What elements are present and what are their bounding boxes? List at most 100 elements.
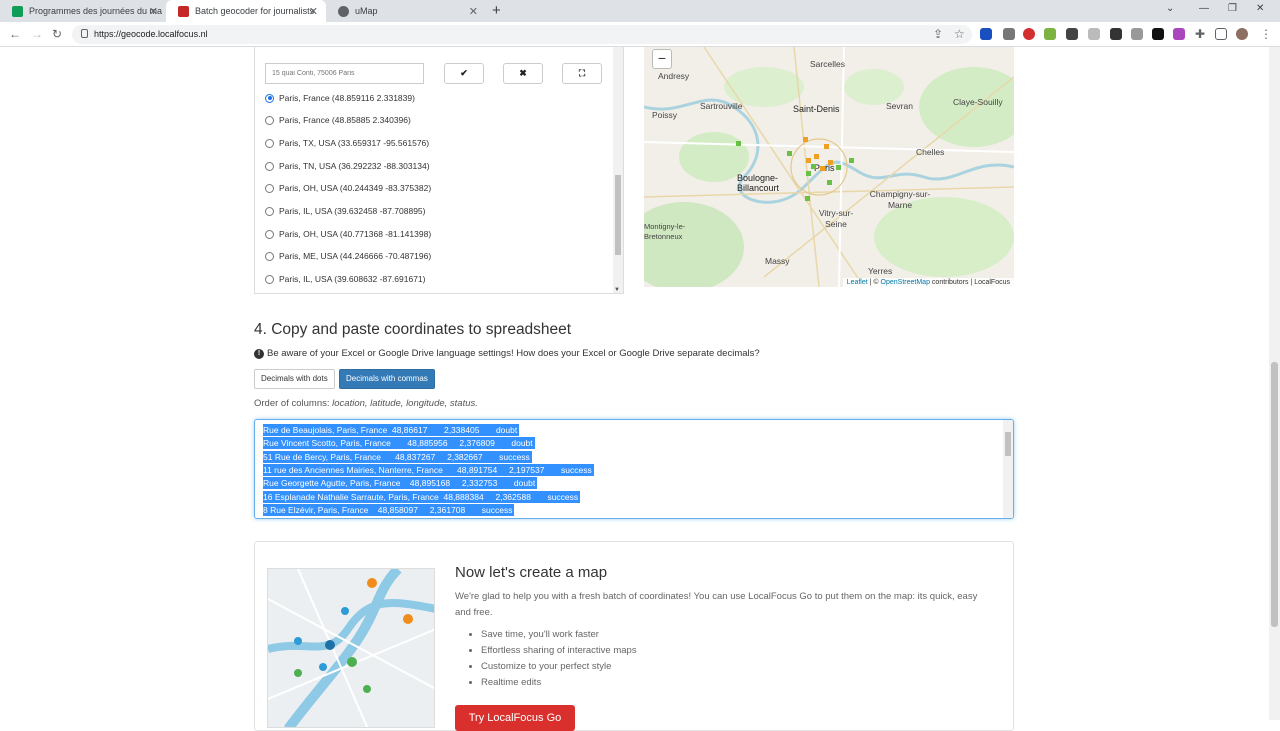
share-icon[interactable]: ⇪ [933,27,943,41]
map-place-label: Massy [765,256,790,266]
puzzle-icon[interactable]: ✚ [1195,27,1205,41]
map-marker[interactable] [803,137,808,142]
reject-button[interactable]: ✖ [503,63,543,84]
radio-button[interactable] [265,138,274,148]
tab-title: uMap [355,6,378,16]
output-line: Rue de Beaujolais, Paris, France 48,8661… [263,424,520,436]
extension-icon[interactable] [1044,28,1056,40]
reload-icon[interactable]: ↻ [52,27,62,41]
map-marker[interactable] [814,154,819,159]
scrollbar-thumb[interactable] [1005,432,1011,456]
new-tab-icon[interactable]: + [492,2,501,19]
extension-icon[interactable] [1003,28,1015,40]
radio-button[interactable] [265,274,274,284]
close-icon[interactable]: ✕ [309,5,318,18]
tab-programmes[interactable]: Programmes des journées du ma ✕ [0,0,166,22]
chevron-down-icon[interactable]: ⌄ [1166,3,1174,14]
zoom-out-icon: − [657,50,667,66]
osm-link[interactable]: OpenStreetMap [881,279,930,286]
extension-icon[interactable] [1110,28,1122,40]
restore-icon[interactable]: ❐ [1228,3,1237,14]
extension-icon[interactable] [1152,28,1164,40]
map-marker[interactable] [820,166,825,171]
result-option[interactable]: Paris, TX, USA (33.659317 -95.561576) [265,136,429,150]
close-icon[interactable]: ✕ [469,5,478,18]
sidebar-icon[interactable] [1215,28,1227,40]
map-marker[interactable] [836,165,841,170]
map-place-label: Vitry-sur-Seine [818,208,854,229]
map-view[interactable]: − Andresy Sarcelles Sartrouville Saint-D… [644,47,1014,287]
map-marker[interactable] [824,144,829,149]
promo-title: Now let's create a map [455,564,608,581]
radio-button[interactable] [265,161,274,171]
scrollbar-thumb[interactable] [615,175,621,255]
map-marker[interactable] [787,151,792,156]
option-label: Paris, France (48.859116 2.331839) [279,93,415,103]
url-field[interactable]: https://geocode.localfocus.nl [72,25,972,44]
tab-bar: Programmes des journées du ma ✕ Batch ge… [0,0,1280,22]
close-window-icon[interactable]: ✕ [1256,3,1264,14]
address-input[interactable] [265,63,424,84]
accept-button[interactable]: ✔ [444,63,484,84]
map-place-label: Sartrouville [700,101,743,111]
list-item: Effortless sharing of interactive maps [481,643,637,659]
umap-icon [338,5,349,17]
decimals-dots-button[interactable]: Decimals with dots [254,369,335,389]
radio-button[interactable] [265,183,274,193]
output-line: 16 Esplanade Nathalie Sarraute, Paris, F… [263,491,581,503]
avatar[interactable] [1236,28,1248,40]
result-option[interactable]: Paris, IL, USA (39.632458 -87.708895) [265,204,425,218]
map-marker[interactable] [811,164,816,169]
try-localfocus-go-button[interactable]: Try LocalFocus Go [455,705,575,731]
result-option[interactable]: Paris, IL, USA (39.608632 -87.691671) [265,272,425,286]
extension-icon[interactable] [980,28,992,40]
tab-batch-geocoder[interactable]: Batch geocoder for journalists ✕ [166,0,326,22]
leaflet-link[interactable]: Leaflet [847,279,868,286]
result-option[interactable]: Paris, OH, USA (40.771368 -81.141398) [265,227,431,241]
create-map-card: Now let's create a map We're glad to hel… [254,541,1014,731]
back-icon[interactable]: ← [9,27,21,41]
result-option[interactable]: Paris, France (48.85885 2.340396) [265,113,411,127]
column-order-label: Order of columns: [254,398,330,409]
minimize-icon[interactable]: — [1199,3,1209,14]
map-marker[interactable] [849,158,854,163]
map-marker[interactable] [806,158,811,163]
radio-button[interactable] [265,206,274,216]
tab-umap[interactable]: uMap ✕ [326,0,486,22]
result-option[interactable]: Paris, ME, USA (44.246666 -70.487196) [265,249,431,263]
scroll-down-icon[interactable]: ▼ [614,287,620,293]
adblock-icon[interactable] [1023,28,1035,40]
map-marker[interactable] [828,160,833,165]
kebab-menu-icon[interactable]: ⋮ [1260,27,1272,41]
map-marker[interactable] [805,196,810,201]
result-option[interactable]: Paris, OH, USA (40.244349 -83.375382) [265,181,431,195]
map-marker[interactable] [806,171,811,176]
coordinates-output-textarea[interactable]: Rue de Beaujolais, Paris, France 48,8661… [254,419,1014,519]
extension-icon[interactable] [1173,28,1185,40]
extension-icon[interactable] [1131,28,1143,40]
option-label: Paris, IL, USA (39.608632 -87.691671) [279,274,426,284]
zoom-out-button[interactable]: − [652,49,672,69]
map-place-label: Champigny-sur-Marne [869,189,931,210]
tab-title: Batch geocoder for journalists [195,6,315,16]
extension-icon[interactable] [1088,28,1100,40]
map-marker[interactable] [827,180,832,185]
forward-icon[interactable]: → [31,27,43,41]
bookmark-star-icon[interactable]: ☆ [954,27,965,41]
radio-button[interactable] [265,115,274,125]
decimals-commas-button[interactable]: Decimals with commas [339,369,435,389]
page-scrollbar[interactable] [1269,47,1280,720]
radio-button[interactable] [265,93,274,103]
result-option[interactable]: Paris, France (48.859116 2.331839) [265,91,415,105]
results-scrollbar[interactable]: ▼ [613,47,623,293]
close-icon[interactable]: ✕ [149,5,158,18]
radio-button[interactable] [265,229,274,239]
textarea-scrollbar[interactable] [1003,420,1013,518]
radio-button[interactable] [265,251,274,261]
extension-icon[interactable] [1066,28,1078,40]
map-place-label: Poissy [652,110,678,120]
result-option[interactable]: Paris, TN, USA (36.292232 -88.303134) [265,159,430,173]
fullscreen-button[interactable]: ⛶ [562,63,602,84]
scrollbar-thumb[interactable] [1271,362,1278,627]
map-marker[interactable] [736,141,741,146]
